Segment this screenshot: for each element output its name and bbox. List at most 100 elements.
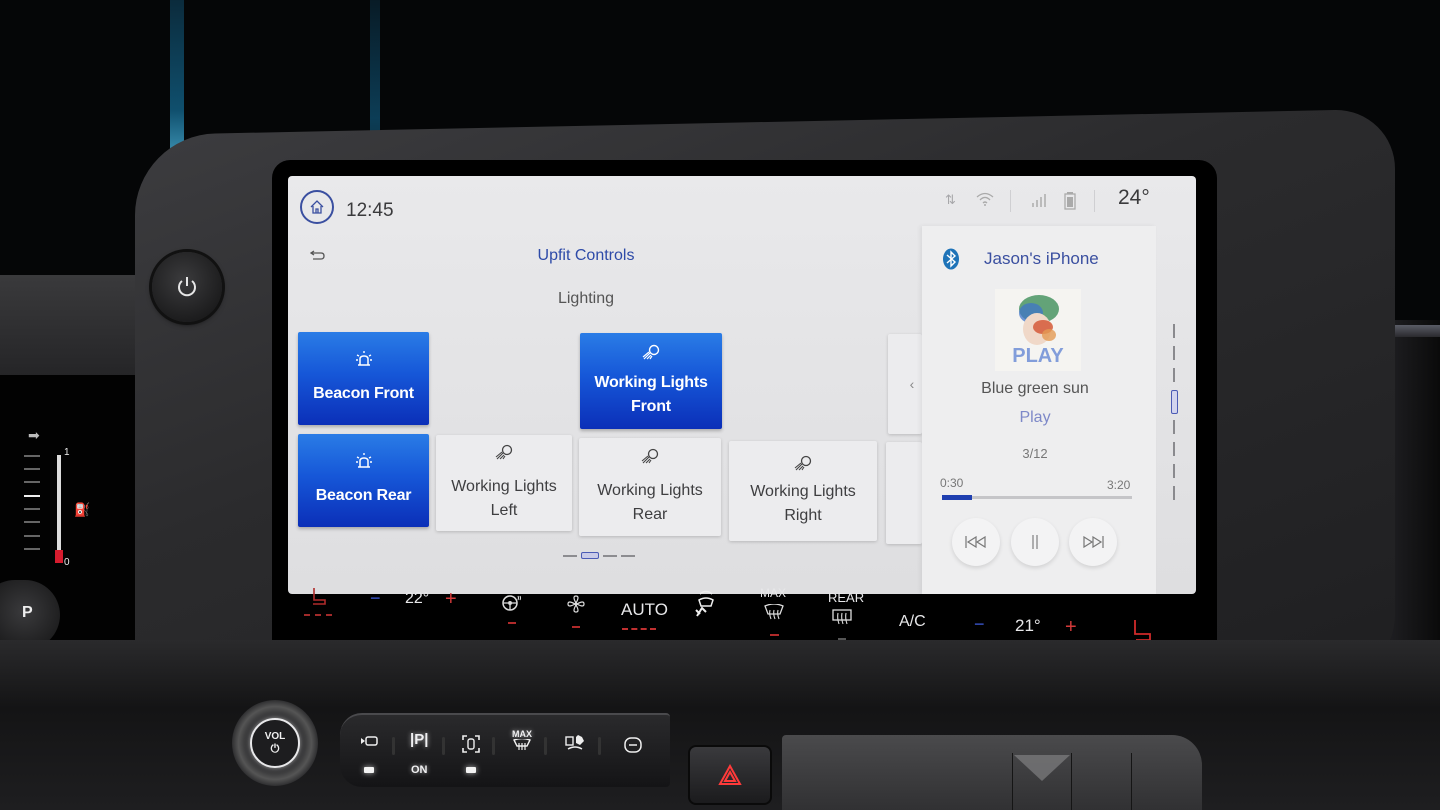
- auto-climate-button[interactable]: AUTO: [621, 600, 668, 620]
- progress-bar[interactable]: [942, 495, 1132, 500]
- heated-steering-wheel-icon: [502, 595, 521, 611]
- volume-power-button[interactable]: VOL ⏻: [250, 718, 300, 768]
- back-button[interactable]: [309, 248, 326, 266]
- tile-working-lights-right[interactable]: Working Lights Right: [729, 441, 877, 541]
- data-transfer-icon: ⇅: [945, 192, 956, 207]
- gear-indicator: P: [22, 604, 33, 621]
- camera-button[interactable]: [360, 735, 378, 750]
- tile-label: Working Lights Left: [451, 477, 557, 519]
- progress-fill: [942, 495, 972, 500]
- defrost-front-button[interactable]: [694, 590, 718, 625]
- home-button[interactable]: [300, 190, 334, 224]
- gauge-tick: [24, 548, 40, 550]
- lane-assist-button[interactable]: [564, 735, 586, 756]
- tile-label: Beacon Rear: [315, 487, 412, 504]
- clock: 12:45: [346, 200, 394, 221]
- infotainment-screen: 12:45 ⇅ 24° Upfit Controls Lighting Beac…: [288, 176, 1196, 594]
- max-label: MAX: [512, 729, 532, 739]
- defrost-icon: [513, 737, 531, 750]
- park-assist-status: ON: [411, 764, 428, 776]
- gauge-tick: [24, 481, 40, 483]
- tile-label: Beacon Front: [313, 385, 414, 402]
- track-position: 3/12: [1022, 446, 1048, 461]
- lane-keeping-icon: [565, 735, 584, 750]
- previous-track-icon: [965, 536, 986, 548]
- page-title: Upfit Controls: [537, 247, 635, 264]
- scroll-thumb[interactable]: [1171, 390, 1178, 414]
- rear-defrost-button[interactable]: [831, 608, 853, 631]
- wifi-icon: [976, 192, 994, 210]
- volume-knob[interactable]: VOL ⏻: [232, 700, 318, 786]
- hazard-icon: [718, 764, 742, 785]
- beacon-icon: [355, 453, 373, 472]
- driver-temperature: 22°: [405, 590, 430, 607]
- pause-icon: [1032, 535, 1038, 549]
- tile-label: Working Lights Front: [594, 373, 708, 415]
- arrow-right-icon: ➡: [28, 427, 40, 443]
- page-dot[interactable]: [621, 554, 635, 557]
- gauge-tick: [24, 495, 40, 497]
- page-indicator[interactable]: [563, 552, 635, 559]
- work-light-icon: [641, 448, 659, 467]
- max-defrost-button[interactable]: [763, 603, 785, 627]
- battery-icon: [1064, 192, 1076, 214]
- tile-beacon-front[interactable]: Beacon Front: [298, 332, 429, 425]
- park-assist-button[interactable]: |P|: [410, 731, 428, 748]
- page-dot-active[interactable]: [581, 552, 599, 559]
- driver-temp-down[interactable]: −: [370, 588, 381, 609]
- power-button[interactable]: [152, 252, 222, 322]
- volume-label: VOL: [264, 731, 286, 742]
- next-track-icon: [1083, 536, 1104, 548]
- page-dot[interactable]: [603, 554, 617, 557]
- device-name[interactable]: Jason's iPhone: [984, 249, 1099, 269]
- status-separator: [1094, 190, 1095, 212]
- tile-working-lights-left[interactable]: Working Lights Left: [436, 435, 572, 531]
- passenger-temp-up[interactable]: +: [1065, 616, 1077, 639]
- outside-temperature: 24°: [1118, 186, 1150, 209]
- work-light-icon: [642, 344, 660, 363]
- gauge-min-label: 0: [64, 557, 70, 568]
- tile-beacon-rear[interactable]: Beacon Rear: [298, 434, 429, 527]
- power-icon: [178, 277, 196, 297]
- gauge-max-label: 1: [64, 447, 70, 458]
- ambient-light-strip: [370, 0, 380, 148]
- max-defrost-icon: [764, 603, 784, 620]
- surround-camera-icon: [462, 735, 480, 753]
- ac-button[interactable]: A/C: [899, 613, 926, 631]
- switch-panel: |P| ON MAX: [340, 713, 670, 787]
- rear-defrost-label: REAR: [828, 590, 865, 605]
- scrollbar[interactable]: [1171, 324, 1178, 504]
- gauge-tick: [24, 455, 40, 457]
- driver-seat-heat-button[interactable]: [310, 586, 328, 611]
- passenger-temp-down[interactable]: −: [974, 614, 985, 635]
- fuel-gauge-level: [55, 550, 63, 563]
- rear-defrost-icon: [832, 609, 852, 625]
- track-title: Blue green sun: [981, 380, 1089, 397]
- hill-descent-button[interactable]: [624, 737, 642, 756]
- heated-wheel-button[interactable]: [502, 594, 522, 617]
- home-icon: [310, 200, 324, 214]
- page-dot[interactable]: [563, 554, 577, 557]
- pause-button[interactable]: [1011, 518, 1059, 566]
- elapsed-time: 0:30: [940, 476, 964, 490]
- beacon-icon: [355, 351, 373, 370]
- total-time: 3:20: [1107, 478, 1131, 492]
- indicator-led: [466, 767, 476, 773]
- max-defrost-console-button[interactable]: MAX: [512, 729, 532, 753]
- gauge-tick: [24, 535, 40, 537]
- hazard-button[interactable]: [688, 745, 772, 805]
- previous-track-button[interactable]: [952, 518, 1000, 566]
- power-icon: ⏻: [270, 743, 280, 755]
- bluetooth-icon: [942, 248, 960, 270]
- tile-partial[interactable]: [886, 442, 922, 544]
- fan-button[interactable]: [566, 594, 586, 619]
- gauge-tick: [24, 468, 40, 470]
- next-track-button[interactable]: [1069, 518, 1117, 566]
- tile-working-lights-front[interactable]: Working Lights Front: [580, 333, 722, 429]
- collapse-panel-button[interactable]: ‹: [888, 334, 922, 434]
- fuel-gauge-bar: [57, 455, 61, 563]
- driver-temp-up[interactable]: +: [445, 588, 457, 611]
- surround-view-button[interactable]: [462, 735, 480, 756]
- tile-label: Working Lights Right: [750, 482, 856, 524]
- tile-working-lights-rear[interactable]: Working Lights Rear: [579, 438, 721, 536]
